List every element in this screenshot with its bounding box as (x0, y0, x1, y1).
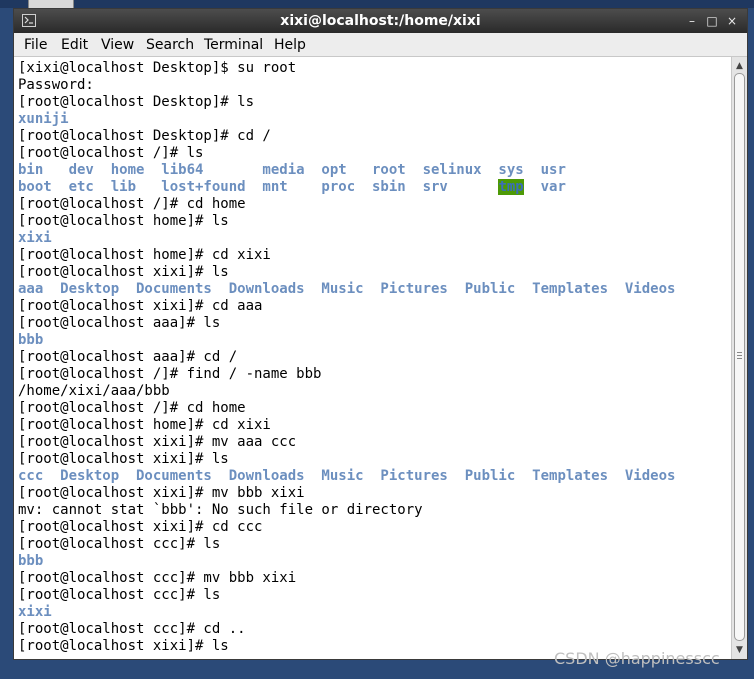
terminal-line: [root@localhost /]# cd home (18, 400, 675, 417)
terminal-text: [root@localhost xixi]# mv aaa ccc (18, 434, 297, 450)
terminal-line: [root@localhost home]# ls (18, 213, 675, 230)
terminal-text: [root@localhost xixi]# cd aaa (18, 298, 263, 314)
terminal-line: xixi (18, 230, 675, 247)
terminal-text: [root@localhost aaa]# cd / (18, 349, 238, 365)
terminal-line: [root@localhost xixi]# ls (18, 264, 675, 281)
highlighted-dir: tmp (498, 179, 524, 195)
terminal-line: [xixi@localhost Desktop]$ su root (18, 60, 675, 77)
terminal-line: ccc Desktop Documents Downloads Music Pi… (18, 468, 675, 485)
menu-file[interactable]: File (24, 36, 47, 54)
terminal-text: [root@localhost /]# ls (18, 145, 204, 161)
terminal-line: [root@localhost /]# find / -name bbb (18, 366, 675, 383)
terminal-text: [root@localhost home]# cd xixi (18, 417, 271, 433)
terminal-line: [root@localhost Desktop]# cd / (18, 128, 675, 145)
dir-listing: bin dev home lib64 media opt root selinu… (18, 162, 566, 178)
terminal-line: [root@localhost /]# ls (18, 145, 675, 162)
dir-listing: var (523, 179, 566, 195)
terminal-text: [root@localhost home]# ls (18, 213, 229, 229)
terminal-line: /home/xixi/aaa/bbb (18, 383, 675, 400)
terminal-line: bbb (18, 332, 675, 349)
grip-line (737, 352, 742, 353)
terminal-text: [root@localhost ccc]# cd .. (18, 621, 246, 637)
terminal-text: [root@localhost xixi]# ls (18, 451, 229, 467)
desktop-panel (0, 0, 754, 8)
scroll-down-icon[interactable]: ▼ (732, 643, 747, 657)
terminal-line: boot etc lib lost+found mnt proc sbin sr… (18, 179, 675, 196)
dir-listing: ccc Desktop Documents Downloads Music Pi… (18, 468, 676, 484)
terminal-text: /home/xixi/aaa/bbb (18, 383, 170, 399)
terminal-text: [root@localhost ccc]# ls (18, 536, 221, 552)
dir-listing: bbb (18, 553, 44, 569)
terminal-line: bin dev home lib64 media opt root selinu… (18, 162, 675, 179)
terminal-line: mv: cannot stat `bbb': No such file or d… (18, 502, 675, 519)
window-title: xixi@localhost:/home/xixi (280, 13, 481, 29)
terminal-text: [root@localhost ccc]# mv bbb xixi (18, 570, 297, 586)
terminal-line: [root@localhost xixi]# mv aaa ccc (18, 434, 675, 451)
dir-listing: xixi (18, 604, 52, 620)
terminal-line: bbb (18, 553, 675, 570)
terminal-text: [root@localhost aaa]# ls (18, 315, 221, 331)
dir-listing: xuniji (18, 111, 69, 127)
dir-listing: boot etc lib lost+found mnt proc sbin sr… (18, 179, 499, 195)
terminal-line: [root@localhost xixi]# ls (18, 451, 675, 468)
terminal-line: [root@localhost aaa]# cd / (18, 349, 675, 366)
menu-terminal[interactable]: Terminal (204, 36, 263, 54)
terminal-line: [root@localhost home]# cd xixi (18, 417, 675, 434)
dir-listing: bbb (18, 332, 44, 348)
dir-listing: aaa Desktop Documents Downloads Music Pi… (18, 281, 676, 297)
terminal-line: xuniji (18, 111, 675, 128)
watermark: CSDN @happinesscc (554, 649, 720, 668)
terminal-line: aaa Desktop Documents Downloads Music Pi… (18, 281, 675, 298)
terminal-line: [root@localhost xixi]# cd aaa (18, 298, 675, 315)
terminal-text: [root@localhost /]# cd home (18, 400, 246, 416)
maximize-icon[interactable]: □ (704, 13, 720, 29)
menu-search[interactable]: Search (146, 36, 194, 54)
terminal-line: xixi (18, 604, 675, 621)
title-bar[interactable]: xixi@localhost:/home/xixi – □ × (14, 9, 747, 33)
terminal-text: [root@localhost ccc]# ls (18, 587, 221, 603)
terminal-line: [root@localhost Desktop]# ls (18, 94, 675, 111)
terminal-line: [root@localhost xixi]# mv bbb xixi (18, 485, 675, 502)
terminal-text: [root@localhost xixi]# ls (18, 264, 229, 280)
terminal-line: [root@localhost home]# cd xixi (18, 247, 675, 264)
terminal-text: [root@localhost /]# find / -name bbb (18, 366, 322, 382)
terminal-lines: [xixi@localhost Desktop]$ su root Passwor… (18, 60, 675, 655)
grip-line (737, 355, 742, 356)
terminal-output[interactable]: [xixi@localhost Desktop]$ su root Passwor… (14, 57, 731, 659)
scroll-up-icon[interactable]: ▲ (732, 59, 747, 73)
menu-bar: File Edit View Search Terminal Help (14, 33, 747, 57)
terminal-text: [root@localhost xixi]# ls (18, 638, 229, 654)
terminal-text: mv: cannot stat `bbb': No such file or d… (18, 502, 423, 518)
terminal-line: [root@localhost /]# cd home (18, 196, 675, 213)
terminal-line: [root@localhost aaa]# ls (18, 315, 675, 332)
terminal-line: Password: (18, 77, 675, 94)
terminal-text: [xixi@localhost Desktop]$ su root (18, 60, 297, 76)
terminal-window: xixi@localhost:/home/xixi – □ × File Edi… (13, 8, 748, 660)
menu-edit[interactable]: Edit (61, 36, 88, 54)
terminal-line: [root@localhost ccc]# ls (18, 587, 675, 604)
terminal-text: [root@localhost xixi]# mv bbb xixi (18, 485, 305, 501)
vertical-scrollbar[interactable]: ▲ ▼ (731, 57, 747, 659)
terminal-line: [root@localhost ccc]# cd .. (18, 621, 675, 638)
terminal-text: [root@localhost xixi]# cd ccc (18, 519, 263, 535)
terminal-text: [root@localhost Desktop]# ls (18, 94, 255, 110)
terminal-line: [root@localhost ccc]# ls (18, 536, 675, 553)
terminal-text: [root@localhost /]# cd home (18, 196, 246, 212)
minimize-icon[interactable]: – (684, 13, 700, 29)
terminal-text: Password: (18, 77, 94, 93)
terminal-line: [root@localhost xixi]# cd ccc (18, 519, 675, 536)
terminal-text: [root@localhost home]# cd xixi (18, 247, 271, 263)
grip-line (737, 358, 742, 359)
scrollbar-thumb[interactable] (734, 73, 745, 641)
close-icon[interactable]: × (724, 13, 740, 29)
menu-view[interactable]: View (101, 36, 134, 54)
terminal-line: [root@localhost ccc]# mv bbb xixi (18, 570, 675, 587)
dir-listing: xixi (18, 230, 52, 246)
terminal-text: [root@localhost Desktop]# cd / (18, 128, 271, 144)
menu-help[interactable]: Help (274, 36, 306, 54)
